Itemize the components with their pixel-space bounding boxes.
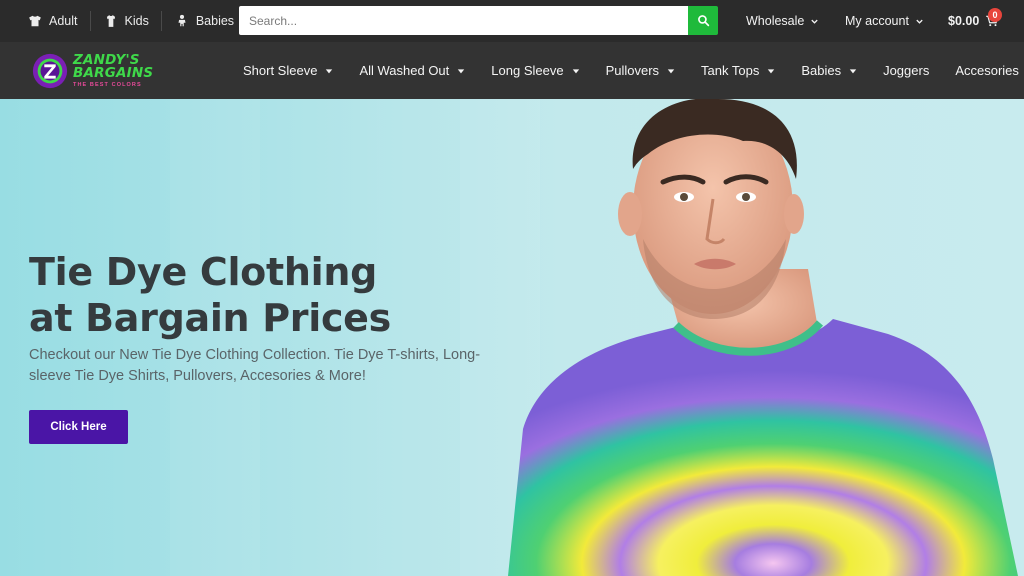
segment-babies-label: Babies (195, 14, 235, 28)
brand-line-2: BARGAINS (73, 65, 154, 82)
nav-item-all-washed-out[interactable]: All Washed Out (359, 63, 465, 78)
search-button[interactable] (688, 6, 718, 35)
chevron-down-icon (916, 19, 923, 24)
cart-count-badge: 0 (988, 8, 1002, 22)
nav-item-label: Long Sleeve (491, 63, 564, 78)
caret-down-icon (458, 68, 465, 73)
top-utility-bar: Adult Kids Babies Wholesale My account $… (0, 0, 1024, 42)
brand-tagline: THE BEST COLORS (73, 81, 142, 88)
brand-logo[interactable]: ZANDY'S BARGAINS THE BEST COLORS (31, 50, 166, 92)
hero-title-line-1: Tie Dye Clothing (29, 250, 377, 294)
caret-down-icon (768, 68, 775, 73)
brand-wordmark: ZANDY'S BARGAINS THE BEST COLORS (73, 53, 154, 89)
hero-banner: Tie Dye Clothing at Bargain Prices Check… (0, 99, 1024, 576)
cart-total: $0.00 (948, 14, 980, 28)
tshirt-icon (29, 15, 41, 27)
search-icon (697, 15, 709, 27)
hero-subtitle: Checkout our New Tie Dye Clothing Collec… (29, 347, 481, 384)
brand-logo-mark (32, 53, 68, 89)
segment-kids[interactable]: Kids (89, 11, 149, 31)
nav-item-label: Babies (801, 63, 842, 78)
baby-icon (178, 14, 186, 27)
nav-item-short-sleeve[interactable]: Short Sleeve (243, 63, 333, 78)
nav-item-accesories[interactable]: Accesories (955, 63, 1024, 78)
segment-adult-label: Adult (49, 14, 78, 28)
nav-item-babies[interactable]: Babies (801, 63, 857, 78)
hero-title-line-2: at Bargain Prices (29, 296, 391, 340)
nav-item-pullovers[interactable]: Pullovers (606, 63, 675, 78)
nav-item-tank-tops[interactable]: Tank Tops (701, 63, 775, 78)
hero-model-image (508, 99, 1018, 576)
nav-item-joggers[interactable]: Joggers (883, 63, 929, 78)
account-menu[interactable]: My account (845, 0, 924, 42)
nav-item-label: All Washed Out (359, 63, 450, 78)
kid-shirt-icon (106, 15, 115, 27)
account-label: My account (845, 14, 909, 28)
nav-item-label: Short Sleeve (243, 63, 318, 78)
segment-kids-label: Kids (124, 14, 149, 28)
nav-item-label: Joggers (883, 63, 930, 78)
category-menu: Short Sleeve All Washed Out Long Sleeve … (243, 42, 1024, 99)
hero-title: Tie Dye Clothing at Bargain Prices (29, 249, 499, 341)
caret-down-icon (667, 68, 675, 73)
hero-cta-button[interactable]: Click Here (29, 410, 128, 444)
search-input[interactable] (239, 6, 688, 35)
main-navigation: ZANDY'S BARGAINS THE BEST COLORS Short S… (0, 42, 1024, 99)
segment-babies[interactable]: Babies (160, 11, 235, 31)
search-bar (239, 6, 718, 35)
nav-item-long-sleeve[interactable]: Long Sleeve (491, 63, 579, 78)
nav-item-label: Pullovers (605, 63, 660, 78)
caret-down-icon (572, 68, 579, 73)
caret-down-icon (849, 68, 857, 73)
wholesale-menu[interactable]: Wholesale (746, 0, 819, 42)
nav-item-label: Accesories (955, 63, 1019, 78)
wholesale-label: Wholesale (746, 14, 805, 28)
nav-item-label: Tank Tops (701, 63, 760, 78)
chevron-down-icon (811, 19, 819, 24)
audience-segments: Adult Kids Babies (0, 0, 234, 42)
segment-adult[interactable]: Adult (28, 14, 78, 28)
caret-down-icon (326, 68, 333, 73)
